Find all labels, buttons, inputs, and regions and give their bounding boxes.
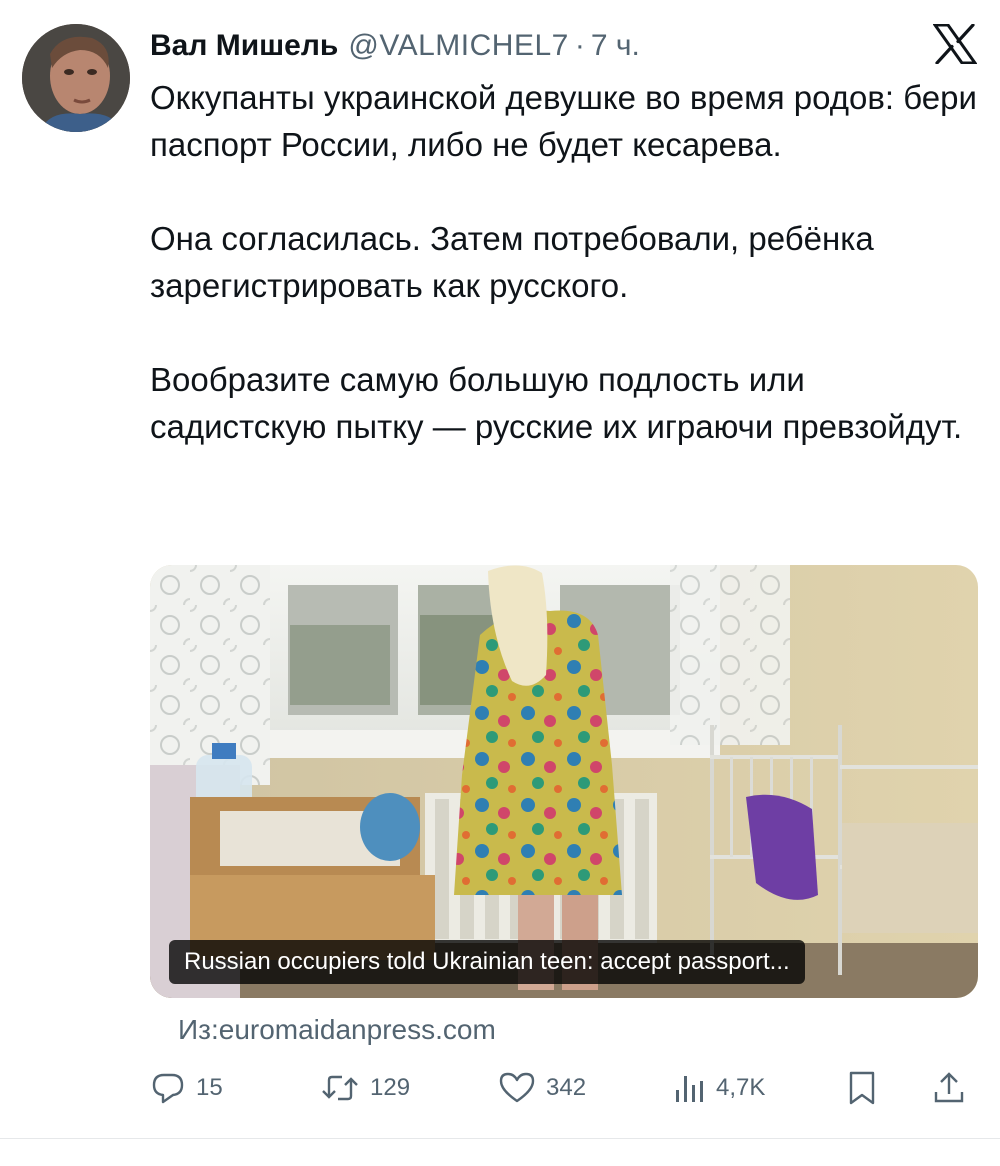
share-icon xyxy=(932,1070,966,1106)
source-link[interactable]: Из:euromaidanpress.com xyxy=(178,1010,496,1050)
avatar-photo xyxy=(22,24,130,132)
like-button[interactable]: 342 xyxy=(498,1064,586,1112)
author-handle[interactable]: @VALMICHEL7 xyxy=(348,29,568,63)
like-count: 342 xyxy=(546,1074,587,1101)
link-card-caption: Russian occupiers told Ukrainian teen: a… xyxy=(169,940,805,984)
header-separator: · xyxy=(574,29,585,62)
x-logo-icon[interactable] xyxy=(932,23,978,65)
tweet-text: Оккупанты украинской девушке во время ро… xyxy=(150,74,990,450)
avatar[interactable] xyxy=(22,24,130,132)
reply-icon xyxy=(150,1070,186,1106)
retweet-count: 129 xyxy=(370,1074,411,1101)
author-name[interactable]: Вал Мишель xyxy=(150,29,338,63)
views-icon xyxy=(672,1070,706,1106)
reply-count: 15 xyxy=(196,1074,223,1101)
views-button[interactable]: 4,7K xyxy=(672,1064,765,1112)
tweet-paragraph: Она согласилась. Затем потребовали, ребё… xyxy=(150,220,874,304)
tweet-header: Вал Мишель @VALMICHEL7 · 7 ч. xyxy=(150,26,640,66)
reply-button[interactable]: 15 xyxy=(150,1064,223,1112)
tweet-paragraph: Оккупанты украинской девушке во время ро… xyxy=(150,79,977,163)
link-card-image[interactable]: Russian occupiers told Ukrainian teen: a… xyxy=(150,565,978,998)
share-button[interactable] xyxy=(932,1064,966,1112)
retweet-button[interactable]: 129 xyxy=(320,1064,410,1112)
heart-icon xyxy=(498,1070,536,1106)
tweet-paragraph: Вообразите самую большую подлость или са… xyxy=(150,361,963,445)
retweet-icon xyxy=(320,1070,360,1106)
hospital-room-photo xyxy=(150,565,978,998)
bookmark-button[interactable] xyxy=(846,1064,878,1112)
views-count: 4,7K xyxy=(716,1074,766,1101)
tweet-time[interactable]: 7 ч. xyxy=(591,29,640,63)
tweet-actions: 15 129 342 4,7K xyxy=(150,1064,978,1114)
divider xyxy=(0,1138,1000,1139)
bookmark-icon xyxy=(846,1070,878,1106)
